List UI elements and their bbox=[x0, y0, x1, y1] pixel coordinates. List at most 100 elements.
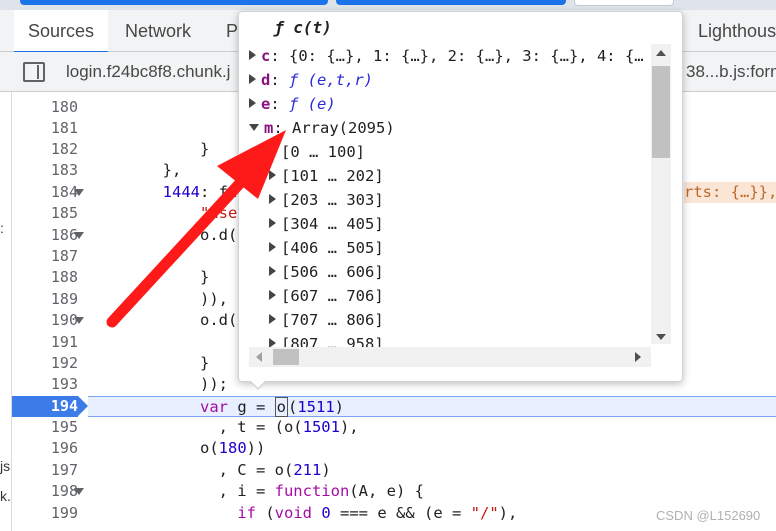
file-tab-form[interactable]: 38...b.js:form bbox=[686, 52, 776, 92]
line-number[interactable]: 188 bbox=[12, 267, 78, 288]
top-strip bbox=[0, 0, 776, 10]
range-label: [607 … 706] bbox=[281, 287, 384, 305]
expand-arrow-icon[interactable] bbox=[269, 146, 276, 156]
property-value: ƒ (e,t,r) bbox=[289, 71, 374, 89]
fold-arrow-icon[interactable] bbox=[74, 317, 84, 324]
code-number: 1511 bbox=[297, 398, 335, 416]
range-label: [707 … 806] bbox=[281, 311, 384, 329]
line-number[interactable]: 196 bbox=[12, 438, 78, 459]
expand-arrow-icon[interactable] bbox=[269, 218, 276, 228]
code-line: , i = function(A, e) { bbox=[88, 481, 776, 502]
line-number[interactable]: 192 bbox=[12, 353, 78, 374]
tree-item-c[interactable]: c: {0: {…}, 1: {…}, 2: {…}, 3: {…}, 4: {… bbox=[249, 44, 644, 68]
toolbar-button-blue[interactable] bbox=[20, 0, 328, 5]
scrollbar-thumb[interactable] bbox=[273, 349, 299, 365]
tab-network[interactable]: Network bbox=[125, 10, 191, 52]
line-number[interactable]: 190 bbox=[12, 310, 78, 331]
left-edge-text-2: js bbox=[0, 458, 11, 474]
inline-value-hint: rts: {…}}, bbox=[684, 182, 776, 203]
tab-lighthouse[interactable]: Lighthous bbox=[698, 10, 776, 52]
code-keyword: var bbox=[199, 398, 228, 416]
object-preview-popover[interactable]: ƒ c(t) c: {0: {…}, 1: {…}, 2: {…}, 3: {…… bbox=[238, 11, 683, 390]
expand-arrow-icon[interactable] bbox=[249, 74, 256, 84]
tree-item-range[interactable]: [707 … 806] bbox=[269, 308, 384, 332]
toolbar-button-white[interactable] bbox=[574, 0, 674, 6]
property-key: e bbox=[261, 95, 271, 113]
line-number[interactable]: 191 bbox=[12, 332, 78, 353]
fold-arrow-icon[interactable] bbox=[74, 189, 84, 196]
left-edge-text-3: k. bbox=[0, 488, 11, 504]
fold-arrow-icon[interactable] bbox=[74, 232, 84, 239]
line-number[interactable]: 186 bbox=[12, 225, 78, 246]
tree-item-range[interactable]: [506 … 606] bbox=[269, 260, 384, 284]
line-number[interactable]: 181 bbox=[12, 118, 78, 139]
line-number[interactable]: 198 bbox=[12, 481, 78, 502]
fold-arrow-icon[interactable] bbox=[74, 488, 84, 495]
popover-tail-fill bbox=[250, 380, 266, 388]
expand-arrow-icon[interactable] bbox=[249, 98, 256, 108]
expand-arrow-icon[interactable] bbox=[269, 194, 276, 204]
code-text: ) bbox=[321, 461, 331, 479]
range-label: [406 … 505] bbox=[281, 239, 384, 257]
code-line: o(180)) bbox=[88, 438, 776, 459]
tree-item-d[interactable]: d: ƒ (e,t,r) bbox=[249, 68, 373, 92]
expand-arrow-icon[interactable] bbox=[269, 266, 276, 276]
tree-item-range[interactable]: [406 … 505] bbox=[269, 236, 384, 260]
code-number: 211 bbox=[293, 461, 322, 479]
left-edge-text-1: : bbox=[0, 220, 4, 236]
scroll-left-icon[interactable] bbox=[256, 352, 262, 362]
code-text: ( bbox=[288, 398, 298, 416]
file-tab-login-chunk[interactable]: login.f24bc8f8.chunk.j bbox=[66, 52, 230, 92]
line-number[interactable]: 180 bbox=[12, 97, 78, 118]
vertical-scrollbar[interactable] bbox=[651, 44, 671, 344]
scroll-up-icon[interactable] bbox=[656, 50, 666, 56]
expand-arrow-icon[interactable] bbox=[269, 242, 276, 252]
code-number: 1501 bbox=[302, 418, 340, 436]
expand-arrow-icon[interactable] bbox=[249, 50, 256, 60]
text-cursor: o bbox=[274, 397, 288, 417]
scrollbar-thumb[interactable] bbox=[652, 66, 670, 158]
tab-sources[interactable]: Sources bbox=[14, 10, 109, 53]
tree-item-range[interactable]: [101 … 202] bbox=[269, 164, 384, 188]
property-value: {0: {…}, 1: {…}, 2: {…}, 3: {…}, 4: {… bbox=[289, 47, 644, 65]
tree-item-m[interactable]: m: Array(2095) bbox=[249, 116, 395, 140]
property-key: d bbox=[261, 71, 271, 89]
line-number[interactable]: 183 bbox=[12, 160, 78, 181]
line-number[interactable]: 193 bbox=[12, 374, 78, 395]
tree-item-range[interactable]: [203 … 303] bbox=[269, 188, 384, 212]
code-text: , i = bbox=[88, 482, 275, 500]
code-text: ), bbox=[339, 418, 359, 436]
line-number[interactable]: 187 bbox=[12, 246, 78, 267]
toolbar-button-blue-2[interactable] bbox=[336, 0, 566, 5]
expand-arrow-icon[interactable] bbox=[269, 170, 276, 180]
code-number: 180 bbox=[218, 439, 247, 457]
tree-item-e[interactable]: e: ƒ (e) bbox=[249, 92, 336, 116]
code-keyword: if bbox=[237, 504, 256, 522]
horizontal-scrollbar[interactable] bbox=[249, 347, 651, 367]
expand-arrow-icon[interactable] bbox=[269, 290, 276, 300]
toggle-navigator-icon[interactable] bbox=[23, 62, 45, 82]
tree-item-range[interactable]: [0 … 100] bbox=[269, 140, 365, 164]
line-number[interactable]: 182 bbox=[12, 139, 78, 160]
scroll-right-icon[interactable] bbox=[635, 352, 641, 362]
code-text: ) bbox=[334, 398, 345, 416]
tree-item-range[interactable]: [607 … 706] bbox=[269, 284, 384, 308]
property-key: c bbox=[261, 47, 271, 65]
line-number[interactable]: 184 bbox=[12, 182, 78, 203]
expand-arrow-icon[interactable] bbox=[269, 314, 276, 324]
line-number[interactable]: 199 bbox=[12, 503, 78, 524]
breakpoint-line-number[interactable]: 194 bbox=[12, 396, 88, 417]
collapse-arrow-icon[interactable] bbox=[249, 124, 259, 131]
code-text: )) bbox=[246, 439, 266, 457]
line-number[interactable]: 185 bbox=[12, 203, 78, 224]
property-value: Array(2095) bbox=[292, 119, 395, 137]
code-line: , t = (o(1501), bbox=[88, 417, 776, 438]
tab-performance[interactable]: P bbox=[226, 10, 238, 52]
scroll-down-icon[interactable] bbox=[656, 334, 666, 340]
code-text: g = bbox=[227, 398, 275, 416]
tree-item-range[interactable]: [304 … 405] bbox=[269, 212, 384, 236]
line-number[interactable]: 195 bbox=[12, 417, 78, 438]
line-number[interactable]: 197 bbox=[12, 460, 78, 481]
line-number[interactable]: 189 bbox=[12, 289, 78, 310]
